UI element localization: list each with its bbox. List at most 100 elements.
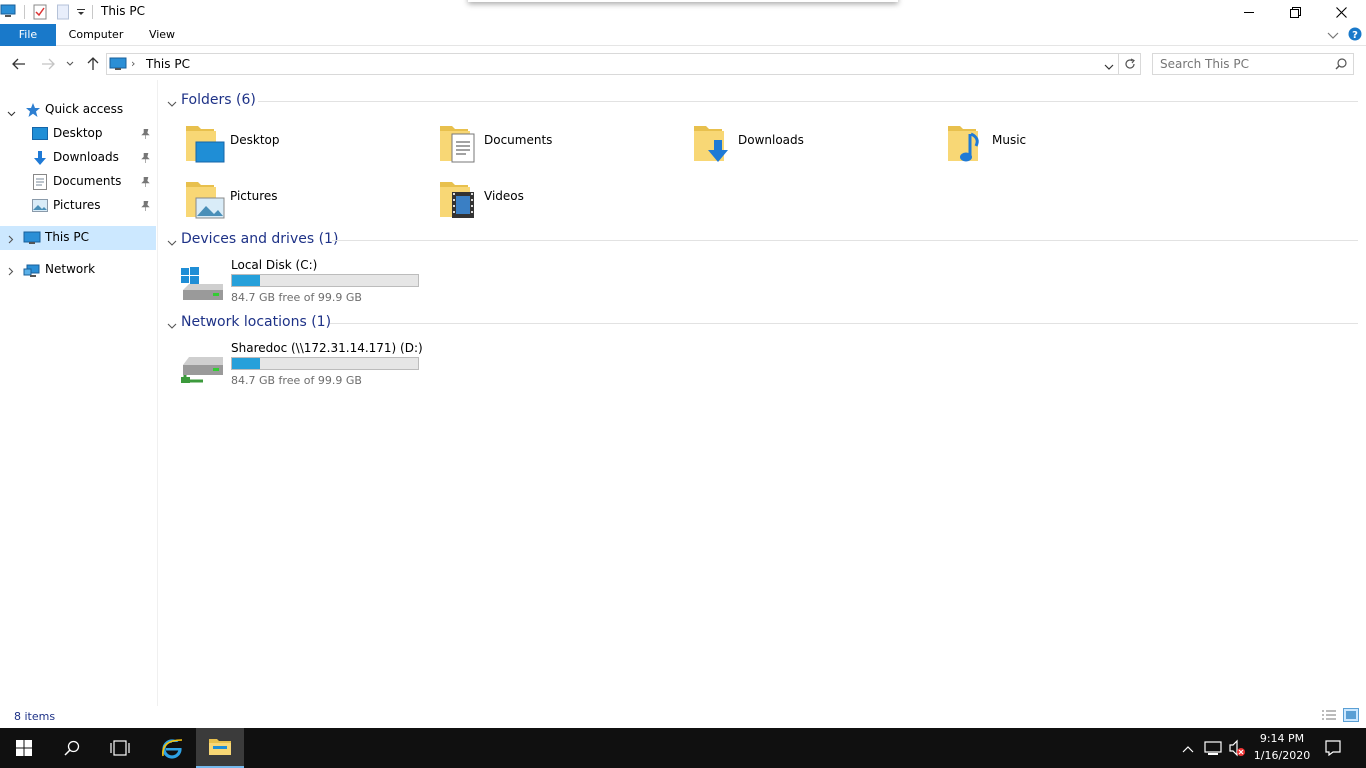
nav-item-this-pc[interactable]: This PC — [0, 226, 156, 250]
tab-view[interactable]: View — [140, 24, 184, 46]
pin-icon[interactable] — [141, 200, 150, 214]
window-title: This PC — [101, 4, 145, 18]
close-button[interactable] — [1318, 0, 1364, 24]
action-center-icon[interactable] — [1325, 740, 1341, 759]
group-header-devices[interactable]: Devices and drives (1) — [164, 229, 1358, 251]
collapse-chevron-icon[interactable] — [167, 236, 177, 250]
details-view-icon[interactable] — [1321, 709, 1337, 724]
recent-locations-button[interactable] — [63, 55, 77, 73]
close-icon — [1335, 6, 1347, 18]
folder-label: Desktop — [230, 133, 280, 147]
taskbar: 9:14 PM 1/16/2020 — [0, 728, 1366, 768]
folder-label: Pictures — [230, 189, 278, 203]
pin-icon[interactable] — [141, 152, 150, 166]
search-box[interactable] — [1152, 53, 1354, 75]
network-icon — [23, 262, 41, 281]
this-pc-icon — [109, 57, 127, 74]
task-view-button[interactable] — [96, 728, 144, 768]
nav-label: Desktop — [53, 126, 103, 140]
folder-tile-videos[interactable]: Videos — [438, 172, 678, 224]
chevron-down-icon — [66, 61, 74, 66]
title-bar: This PC — [0, 0, 1366, 24]
clock-date[interactable]: 1/16/2020 — [1250, 749, 1314, 762]
expand-ribbon-icon[interactable] — [1327, 29, 1339, 43]
group-header-folders[interactable]: Folders (6) — [164, 90, 1358, 112]
nav-item-quick-access[interactable]: Quick access — [0, 98, 156, 122]
pin-icon[interactable] — [141, 176, 150, 190]
start-button[interactable] — [0, 728, 48, 768]
volume-muted-icon[interactable] — [1228, 739, 1246, 760]
ribbon-tabs: File Computer View ? — [0, 24, 1366, 46]
nav-item-pictures[interactable]: Pictures — [0, 194, 156, 218]
status-bar: 8 items — [0, 706, 1366, 728]
refresh-button[interactable] — [1119, 53, 1141, 75]
properties-icon[interactable] — [33, 4, 47, 23]
search-input[interactable] — [1160, 54, 1330, 74]
restore-icon — [1289, 6, 1301, 18]
show-hidden-icons-icon[interactable] — [1182, 742, 1194, 756]
address-dropdown-icon[interactable] — [1104, 60, 1114, 74]
collapse-chevron-icon[interactable] — [167, 319, 177, 333]
back-arrow-icon — [12, 58, 25, 70]
up-button[interactable] — [84, 55, 102, 73]
drive-name: Local Disk (C:) — [231, 258, 318, 272]
minimize-icon — [1244, 12, 1254, 13]
videos-folder-icon — [438, 176, 480, 223]
new-folder-icon[interactable] — [57, 4, 69, 23]
minimize-button[interactable] — [1226, 0, 1272, 24]
restore-button[interactable] — [1272, 0, 1318, 24]
nav-item-downloads[interactable]: Downloads — [0, 146, 156, 170]
customize-qat-icon[interactable] — [76, 6, 86, 20]
breadcrumb-this-pc[interactable]: This PC — [146, 57, 190, 71]
nav-label: This PC — [45, 230, 89, 244]
expand-chevron-right-icon[interactable] — [8, 233, 14, 247]
pictures-folder-icon — [184, 176, 226, 223]
this-pc-icon — [23, 231, 41, 248]
folder-tile-music[interactable]: Music — [946, 116, 1186, 168]
tab-file[interactable]: File — [0, 24, 56, 46]
folder-label: Downloads — [738, 133, 804, 147]
search-icon[interactable] — [1335, 58, 1347, 73]
group-header-network-locations[interactable]: Network locations (1) — [164, 312, 1358, 334]
windows-drive-icon — [179, 266, 225, 305]
drive-usage-bar — [231, 274, 419, 287]
drive-usage-fill — [232, 275, 261, 286]
downloads-folder-icon — [692, 120, 734, 167]
nav-label: Downloads — [53, 150, 119, 164]
folder-tile-documents[interactable]: Documents — [438, 116, 678, 168]
nav-item-network[interactable]: Network — [0, 258, 156, 282]
folder-tile-downloads[interactable]: Downloads — [692, 116, 932, 168]
nav-item-documents[interactable]: Documents — [0, 170, 156, 194]
folder-tile-desktop[interactable]: Desktop — [184, 116, 424, 168]
large-icons-view-icon[interactable] — [1343, 708, 1359, 725]
expand-chevron-icon[interactable] — [7, 106, 16, 120]
internet-explorer-button[interactable] — [148, 728, 196, 768]
this-pc-icon[interactable] — [0, 4, 16, 21]
help-icon[interactable]: ? — [1348, 27, 1362, 44]
music-folder-icon — [946, 120, 988, 167]
folder-tile-pictures[interactable]: Pictures — [184, 172, 424, 224]
collapse-chevron-icon[interactable] — [167, 97, 177, 111]
address-bar[interactable]: › This PC — [106, 53, 1119, 75]
document-icon — [33, 174, 47, 193]
expand-chevron-right-icon[interactable] — [8, 265, 14, 279]
clock-time[interactable]: 9:14 PM — [1250, 732, 1314, 745]
nav-item-desktop[interactable]: Desktop — [0, 122, 156, 146]
forward-button[interactable] — [39, 55, 57, 73]
back-button[interactable] — [10, 55, 28, 73]
tab-computer[interactable]: Computer — [62, 24, 130, 46]
nav-label: Network — [45, 262, 96, 276]
popup-shadow — [468, 0, 898, 2]
item-count: 8 items — [14, 710, 56, 723]
pin-icon[interactable] — [141, 128, 150, 142]
folder-icon — [209, 739, 231, 755]
drive-tile-sharedoc-d[interactable]: Sharedoc (\\172.31.14.171) (D:) 84.7 GB … — [179, 341, 439, 397]
drive-tile-local-disk-c[interactable]: Local Disk (C:) 84.7 GB free of 99.9 GB — [179, 258, 439, 314]
file-explorer-button[interactable] — [196, 728, 244, 768]
search-button[interactable] — [48, 728, 96, 768]
folder-label: Music — [992, 133, 1027, 147]
network-status-icon[interactable] — [1204, 740, 1222, 759]
nav-label: Quick access — [45, 102, 124, 116]
breadcrumb-separator-icon[interactable]: › — [131, 57, 135, 70]
address-row: › This PC — [0, 47, 1366, 80]
